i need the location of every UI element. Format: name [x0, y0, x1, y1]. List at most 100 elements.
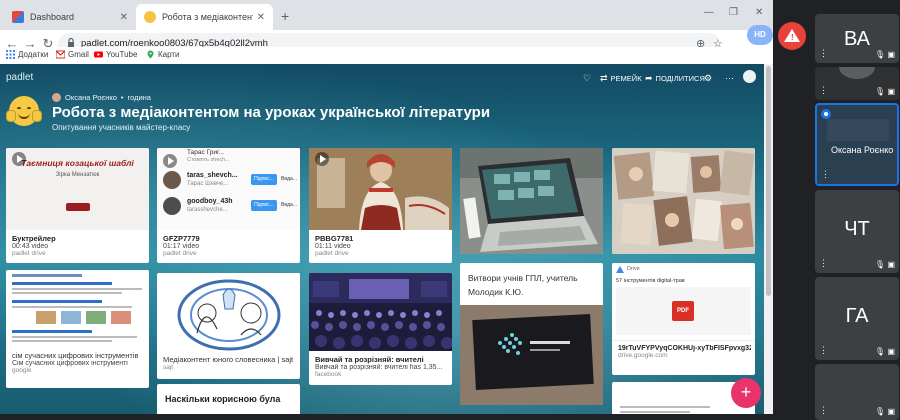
board-emoji-icon: [6, 96, 42, 126]
follow-button[interactable]: Підпис...: [251, 200, 277, 211]
post-card-drive-pdf[interactable]: Drive 57 інструментів digital-трав PDF 1…: [612, 263, 755, 375]
add-post-button[interactable]: +: [731, 378, 761, 408]
participant-tile[interactable]: ЧТ ⋮ 🎙 ▣: [815, 190, 899, 273]
dashboard-favicon-icon: [12, 11, 24, 23]
post-source: padlet drive: [315, 250, 349, 257]
more-options-icon[interactable]: ⋮: [819, 258, 828, 269]
post-source: drive.google.com: [618, 352, 668, 359]
post-card-useful[interactable]: Наскільки корисною була: [157, 384, 300, 414]
close-window-icon[interactable]: ✕: [755, 7, 763, 18]
post-source: facebook: [315, 371, 342, 378]
participant-tile[interactable]: ⋮ 🎙 ▣: [815, 67, 899, 100]
heart-icon[interactable]: ♡: [583, 72, 591, 84]
more-options-icon[interactable]: ⋮: [819, 48, 828, 59]
mic-off-icon: 🎙: [874, 260, 885, 269]
bookmark-gmail[interactable]: Gmail: [56, 50, 89, 59]
post-title: сім сучасних цифрових інструментів: [12, 351, 139, 360]
bookmark-maps[interactable]: Карти: [146, 50, 180, 59]
more-options-icon[interactable]: ⋮: [821, 169, 830, 180]
post-source: padlet drive: [163, 250, 197, 257]
board-author: Оксана Роєнко • година: [52, 93, 151, 102]
participant-tile-presenting[interactable]: Оксана Роєнко ⋮: [815, 103, 899, 186]
post-card-digital-tools[interactable]: сім сучасних цифрових інструментів Сім с…: [6, 270, 149, 388]
mic-off-icon: 🎙: [874, 407, 885, 416]
bookmark-label: Карти: [158, 50, 180, 59]
more-options-icon[interactable]: ⋮: [819, 405, 828, 416]
warning-icon[interactable]: !: [778, 22, 806, 50]
more-options-icon[interactable]: ⋯: [725, 72, 734, 84]
post-card-booktrailer[interactable]: Таємниця козацької шаблі Зірка Мензатюк …: [6, 148, 149, 263]
bookmark-label: YouTube: [106, 50, 138, 59]
pdf-icon: PDF: [672, 301, 694, 321]
camera-off-icon: ▣: [887, 347, 895, 356]
post-card-laptop-photo[interactable]: [460, 148, 603, 254]
tab-dashboard[interactable]: Dashboard ✕: [4, 4, 136, 30]
collage-photo: [612, 148, 755, 254]
restore-icon[interactable]: ❐: [729, 7, 738, 18]
hd-avatar[interactable]: HD: [747, 25, 773, 45]
padlet-favicon-icon: [144, 11, 156, 23]
drive-doc-title: 57 інструментів digital-трав: [616, 278, 685, 284]
tab-title: Робота з медіаконтентом на ур: [162, 12, 253, 22]
more-options-icon[interactable]: ⋮: [819, 85, 828, 96]
post-text: Витвори учнів ГПЛ, учитель Молодик К.Ю.: [468, 273, 578, 297]
bookmark-apps[interactable]: Додатки: [6, 50, 48, 59]
post-description: Сім сучасних цифрових інструменті: [12, 360, 128, 367]
play-icon[interactable]: [163, 154, 177, 168]
insta-row: goodboy_43h tarasshevche... Підпис... Ви…: [163, 195, 298, 217]
settings-gear-icon[interactable]: ⚙: [704, 72, 712, 84]
mic-off-icon: 🎙: [874, 87, 885, 96]
post-card-gfzp[interactable]: Тарас Григ... Стовпіть shech... taras_sh…: [157, 148, 300, 263]
post-title: PBBG7781: [315, 234, 354, 243]
participant-tile[interactable]: ГА ⋮ 🎙 ▣: [815, 277, 899, 360]
participant-tile[interactable]: ⋮ 🎙 ▣: [815, 364, 899, 420]
business-card-photo: [460, 305, 603, 405]
camera-off-icon: ▣: [887, 260, 895, 269]
bookmark-youtube[interactable]: YouTube: [94, 50, 137, 59]
post-card-mediacontent[interactable]: Медіаконтент юного словесника | sajt saj…: [157, 273, 300, 379]
play-icon[interactable]: [12, 152, 26, 166]
post-source: padlet drive: [12, 250, 46, 257]
participant-initials: ГА: [845, 305, 869, 327]
insta-row: Тарас Григ... Стовпіть shech...: [187, 149, 230, 163]
minimize-icon[interactable]: —: [704, 7, 714, 18]
insta-row: taras_shevch... Тарас Шевче... Підпис...…: [163, 169, 298, 191]
remake-button[interactable]: ⇄ РЕМЕЙК: [600, 72, 642, 84]
webpage-thumbnail: [6, 270, 149, 348]
participant-tile[interactable]: ВА ⋮ 🎙 ▣: [815, 14, 899, 63]
drive-preview: Drive 57 інструментів digital-трав PDF: [612, 263, 755, 341]
more-options-icon[interactable]: ⋮: [819, 345, 828, 356]
participant-video: [839, 67, 875, 79]
post-source: google: [12, 367, 32, 374]
post-card-students[interactable]: Витвори учнів ГПЛ, учитель Молодик К.Ю.: [460, 263, 603, 405]
maps-icon: [147, 50, 154, 59]
tab-title: Dashboard: [30, 12, 75, 22]
mic-off-icon: 🎙: [874, 50, 885, 59]
bookmark-label: Gmail: [68, 50, 89, 59]
scrollbar-thumb[interactable]: [766, 66, 771, 296]
post-meta: 01:17 video: [163, 243, 200, 250]
post-meta: 00:43 video: [12, 243, 49, 250]
share-button[interactable]: ➦ ПОДІЛИТИСЯ: [645, 72, 705, 84]
author-name: Оксана Роєнко: [65, 93, 117, 102]
user-avatar[interactable]: [743, 70, 756, 83]
tab-padlet[interactable]: Робота з медіаконтентом на ур ✕: [136, 4, 273, 30]
screen: Dashboard ✕ Робота з медіаконтентом на у…: [0, 0, 900, 420]
padlet-logo[interactable]: padlet: [6, 72, 33, 83]
close-tab-icon[interactable]: ✕: [257, 12, 265, 23]
post-title: Буктрейлер: [12, 234, 56, 243]
close-tab-icon[interactable]: ✕: [120, 12, 128, 23]
post-card-pbbg[interactable]: PBBG7781 01:11 video padlet drive: [309, 148, 452, 263]
post-card-teachers[interactable]: Вивчай та розрізняй: вчителі Вивчай та р…: [309, 273, 452, 385]
camera-off-icon: ▣: [887, 87, 895, 96]
new-tab-icon[interactable]: +: [281, 8, 289, 24]
pin-icon[interactable]: [821, 109, 831, 119]
post-title: GFZP7779: [163, 234, 200, 243]
share-icon: ➦: [645, 72, 653, 83]
play-icon[interactable]: [315, 152, 329, 166]
post-title: 19rTuVFYPVyqCOKHUj-xyTbFISFpvxg32: [618, 345, 751, 352]
post-card-collage-photo[interactable]: [612, 148, 755, 254]
browser-window: Dashboard ✕ Робота з медіаконтентом на у…: [0, 0, 773, 414]
remake-icon: ⇄: [600, 72, 608, 83]
follow-button[interactable]: Підпис...: [251, 174, 277, 185]
